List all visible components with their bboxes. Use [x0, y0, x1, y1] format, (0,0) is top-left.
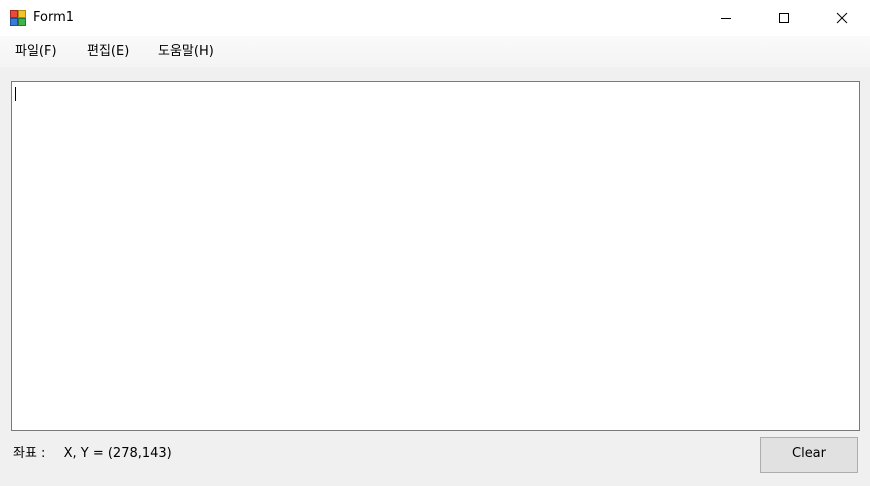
minimize-button[interactable] — [697, 0, 755, 36]
maximize-icon — [778, 12, 790, 24]
text-caret — [15, 87, 16, 101]
minimize-icon — [720, 12, 732, 24]
menu-bar: 파일(F) 편집(E) 도움말(H) — [0, 36, 870, 67]
coordinate-readout: 좌표 : X, Y = (278,143) — [13, 446, 172, 462]
menu-help[interactable]: 도움말(H) — [151, 36, 221, 67]
clear-button[interactable]: Clear — [760, 437, 858, 473]
menu-file[interactable]: 파일(F) — [8, 36, 64, 67]
maximize-button[interactable] — [755, 0, 813, 36]
coordinate-value: X, Y = (278,143) — [63, 446, 172, 461]
window-title: Form1 — [33, 10, 75, 25]
coordinate-label: 좌표 : — [13, 446, 46, 461]
menu-edit[interactable]: 편집(E) — [80, 36, 136, 67]
app-icon — [10, 10, 26, 26]
title-bar[interactable]: Form1 — [0, 0, 870, 36]
close-button[interactable] — [813, 0, 870, 36]
main-window: Form1 파일(F) 편집(E) 도움말(H) 좌표: X, Y = (27… — [0, 0, 870, 486]
multiline-textbox[interactable] — [11, 81, 860, 431]
close-icon — [836, 12, 848, 24]
